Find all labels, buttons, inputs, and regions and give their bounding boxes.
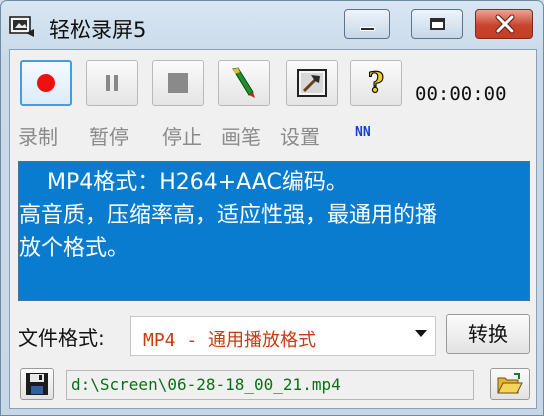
output-path-field[interactable]: d:\Screen\06-28-18_00_21.mp4 [66,370,474,400]
description-line: MP4格式：H264+AAC编码。 [19,170,348,195]
settings-button[interactable] [286,60,338,106]
help-icon: ? [367,67,385,99]
record-timer: 00:00:00 [415,83,507,105]
chevron-down-icon [415,330,427,337]
maximize-icon [430,18,445,30]
minimize-button[interactable] [344,9,390,39]
pen-button[interactable] [218,60,270,106]
help-button[interactable]: ? [350,60,402,106]
stop-label: 停止 [162,125,202,149]
pause-label: 暂停 [89,125,129,149]
record-icon [37,74,55,92]
file-format-label: 文件格式: [18,326,105,350]
stop-icon [168,73,188,93]
record-label: 录制 [18,125,58,149]
nn-label: NN [355,125,371,140]
format-description-panel: MP4格式：H264+AAC编码。 高音质，压缩率高，适应性强，最通用的播 放个… [18,161,530,301]
stop-button[interactable] [152,60,204,106]
window-title: 轻松录屏5 [49,18,147,42]
pen-label: 画笔 [221,125,261,149]
pen-icon [232,67,255,98]
open-folder-icon [497,373,523,394]
record-button[interactable] [20,60,72,106]
app-window: 轻松录屏5 ? 00:00:00 录制 暂停 停止 画笔 设置 NN MP4格式… [0,0,544,416]
save-button[interactable] [20,368,54,400]
maximize-button[interactable] [411,9,463,39]
description-line: 放个格式。 [19,236,130,261]
client-area: ? 00:00:00 录制 暂停 停止 画笔 设置 NN MP4格式：H264+… [9,49,537,409]
svg-text:?: ? [368,67,384,99]
close-icon [495,14,515,34]
close-button[interactable] [475,9,533,39]
output-path-text: d:\Screen\06-28-18_00_21.mp4 [71,375,341,394]
floppy-disk-icon [26,373,48,395]
title-bar[interactable]: 轻松录屏5 [1,1,543,49]
file-format-value: MP4 - 通用播放格式 [143,330,317,351]
app-logo-icon [9,15,37,39]
settings-label: 设置 [280,125,320,149]
pause-icon [106,75,118,91]
open-folder-button[interactable] [490,368,530,400]
pause-button[interactable] [86,60,138,106]
file-format-select[interactable]: MP4 - 通用播放格式 [130,316,436,356]
settings-tools-icon [297,69,327,97]
convert-button[interactable]: 转换 [446,314,530,354]
description-line: 高音质，压缩率高，适应性强，最通用的播 [19,203,438,228]
minimize-icon [360,27,375,31]
